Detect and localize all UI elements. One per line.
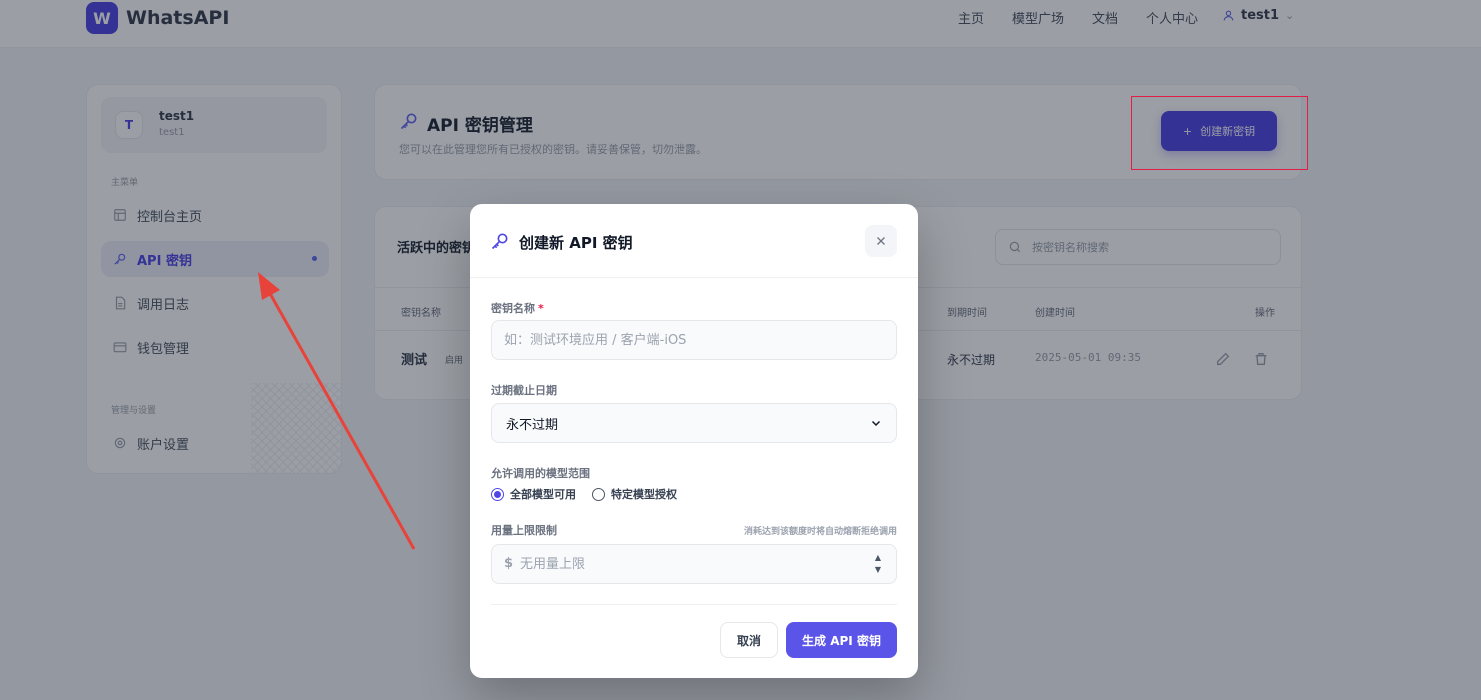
key-name-label-text: 密钥名称	[491, 302, 535, 315]
key-name-label: 密钥名称 *	[491, 300, 544, 316]
create-key-dialog: 创建新 API 密钥 密钥名称* 过期截止日期 永不过期 允许调用的模型范围 全…	[470, 204, 918, 678]
required-mark: *	[538, 302, 544, 315]
radio-selected	[491, 487, 504, 501]
radio-unselected	[592, 487, 605, 501]
close-button[interactable]	[865, 225, 897, 257]
close-icon	[877, 237, 885, 245]
scope-radio-group: 全部模型可用 特定模型授权	[491, 486, 677, 502]
chevron-down-icon	[871, 420, 881, 427]
stepper-up-icon[interactable]: ▲	[875, 554, 881, 562]
quantity-stepper[interactable]: ▲ ▼	[872, 554, 884, 574]
scope-label: 允许调用的模型范围	[491, 467, 590, 480]
dialog-header: 创建新 API 密钥	[470, 204, 918, 278]
expiry-selected-value: 永不过期	[506, 417, 559, 433]
scope-option-all[interactable]: 全部模型可用	[491, 486, 576, 502]
quota-field: $ ▲ ▼	[491, 544, 897, 584]
scope-option-specific-label: 特定模型授权	[611, 488, 677, 501]
expiry-select[interactable]: 永不过期	[491, 403, 897, 443]
scope-option-all-label: 全部模型可用	[510, 488, 576, 501]
dialog-title: 创建新 API 密钥	[519, 234, 633, 252]
quota-input[interactable]	[520, 545, 860, 583]
cancel-button[interactable]: 取消	[720, 622, 778, 658]
footer-divider	[491, 604, 897, 605]
quota-label: 用量上限限制	[491, 524, 557, 537]
stepper-down-icon[interactable]: ▼	[875, 566, 881, 574]
key-icon	[491, 233, 508, 250]
generate-key-button[interactable]: 生成 API 密钥	[786, 622, 897, 658]
quota-hint: 消耗达到该额度时将自动熔断拒绝调用	[743, 527, 897, 537]
expiry-label: 过期截止日期	[491, 384, 557, 397]
scope-option-specific[interactable]: 特定模型授权	[592, 486, 677, 502]
dollar-prefix: $	[504, 556, 514, 571]
annotation-highlight-box	[1131, 96, 1308, 170]
key-name-input[interactable]	[491, 320, 897, 360]
